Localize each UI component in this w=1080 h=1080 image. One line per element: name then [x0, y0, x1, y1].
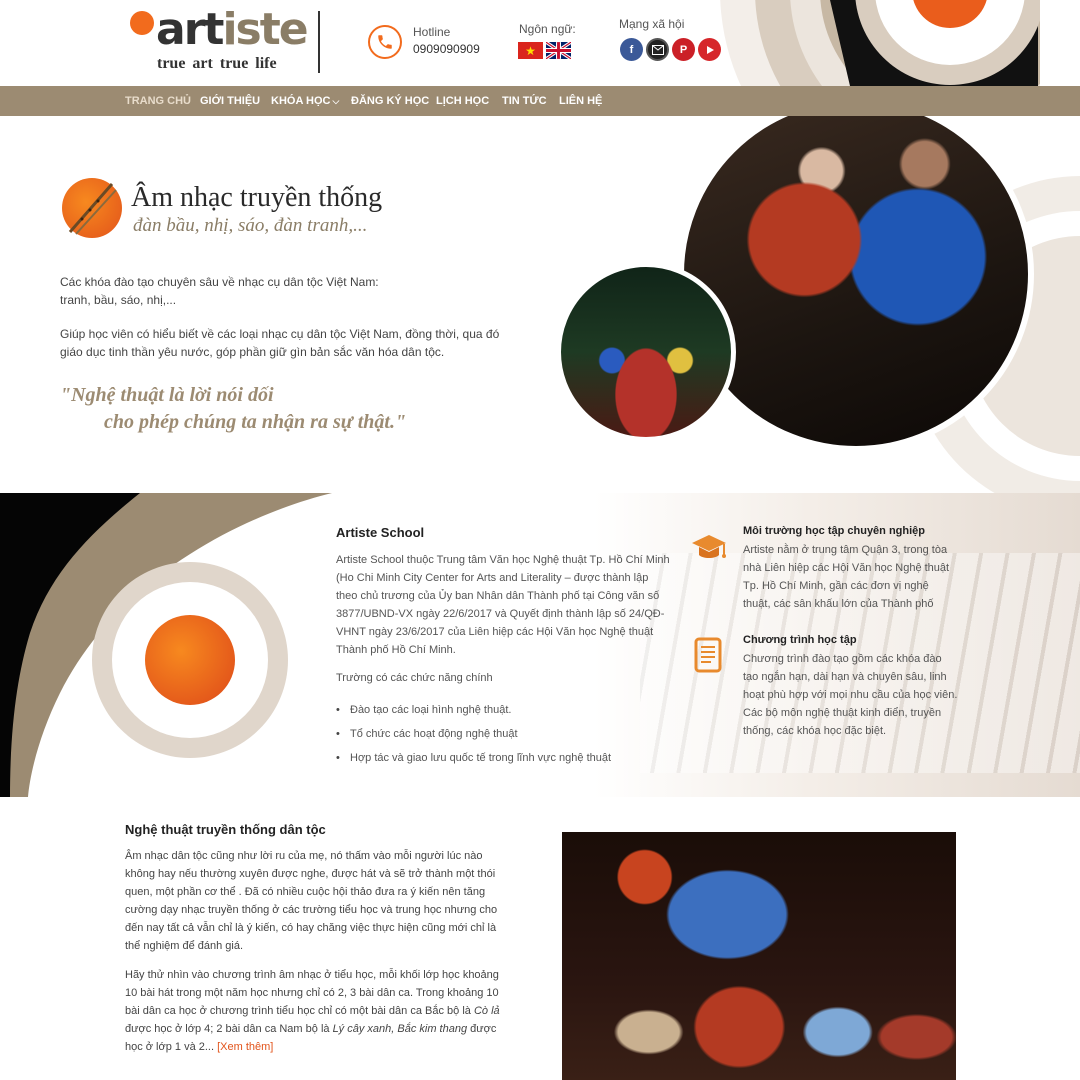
chevron-down-icon: ⌵ — [332, 96, 340, 106]
hero-intro-line-1: Các khóa đào tạo chuyên sâu về nhạc cụ d… — [60, 275, 379, 289]
main-navigation: TRANG CHỦ GIỚI THIỆU KHÓA HỌC ⌵ ĐĂNG KÝ H… — [0, 86, 1080, 116]
hero-orchestra-photo — [556, 262, 736, 442]
phone-icon[interactable] — [368, 25, 402, 59]
hero-intro-text: Các khóa đào tạo chuyên sâu về nhạc cụ d… — [60, 273, 510, 309]
feature-title-environment: Môi trường học tập chuyên nghiệp — [743, 525, 926, 537]
article-song-title: Lý cây xanh, Bắc kim thang — [332, 1023, 468, 1035]
article-paragraph-1: Âm nhạc dân tộc cũng như lời ru của mẹ, … — [125, 850, 498, 952]
facebook-icon[interactable]: f — [620, 38, 643, 61]
feature-text-program-line-1: Chương trình đào tạo gồm các khóa đào tạ… — [743, 653, 958, 701]
header-decoration — [720, 0, 1040, 86]
article-paragraph-2-part-1: Hãy thử nhìn vào chương trình âm nhạc ở … — [125, 969, 499, 1017]
about-function-item: Đào tạo các loại hình nghệ thuật. — [336, 704, 511, 716]
nav-item-about[interactable]: GIỚI THIỆU — [200, 86, 260, 116]
logo-wordmark-art: art — [156, 4, 224, 55]
nav-item-contact[interactable]: LIÊN HỆ — [559, 86, 602, 116]
about-description: Artiste School thuộc Trung tâm Văn học N… — [336, 554, 670, 656]
hero-subtitle: đàn bầu, nhị, sáo, đàn tranh,... — [133, 215, 368, 236]
about-section: Artiste School Artiste School thuộc Trun… — [0, 493, 1080, 797]
hero-intro-line-2: tranh, bầu, sáo, nhị,... — [60, 293, 177, 307]
article-paragraph-2: Hãy thử nhìn vào chương trình âm nhạc ở … — [125, 966, 510, 1056]
vietnam-flag-icon[interactable]: ★ — [518, 42, 543, 59]
logo-wordmark-iste: iste — [222, 4, 308, 55]
article-stage-photo — [562, 832, 956, 1080]
document-list-icon — [690, 636, 728, 673]
hero-instrument-logo — [62, 178, 122, 238]
hero-quote-line-1: "Nghệ thuật là lời nói dối — [60, 384, 274, 406]
hotline-label: Hotline — [413, 25, 451, 39]
read-more-link[interactable]: [Xem thêm] — [217, 1041, 273, 1053]
article-paragraph-2-part-2: được học ở lớp 4; 2 bài dân ca Nam bộ là — [125, 1023, 333, 1035]
uk-flag-icon[interactable] — [546, 42, 571, 59]
hero-description: Giúp học viên có hiểu biết về các loại n… — [60, 327, 500, 359]
about-function-item: Hợp tác và giao lưu quốc tế trong lĩnh v… — [336, 752, 611, 764]
graduation-cap-icon — [690, 531, 728, 565]
header-divider — [318, 11, 320, 73]
nav-item-courses-label: KHÓA HỌC — [271, 95, 331, 107]
hero-quote-line-2: cho phép chúng ta nhận ra sự thật." — [104, 411, 407, 433]
article-section: Nghệ thuật truyền thống dân tộc Âm nhạc … — [0, 797, 1080, 1080]
feature-text-program-line-2: Các bộ môn nghệ thuật kinh điển, truyền … — [743, 707, 942, 737]
article-title: Nghệ thuật truyền thống dân tộc — [125, 822, 326, 837]
nav-item-news[interactable]: TIN TỨC — [502, 86, 547, 116]
email-icon[interactable] — [646, 38, 669, 61]
logo-tagline: true art true life — [157, 55, 277, 72]
site-header: artiste true art true life Hotline 09090… — [0, 0, 1080, 86]
about-title: Artiste School — [336, 525, 425, 540]
nav-item-register[interactable]: ĐĂNG KÝ HỌC — [351, 86, 429, 116]
about-functions-intro: Trường có các chức năng chính — [336, 672, 493, 684]
about-decoration-rings — [0, 493, 340, 797]
social-label: Mạng xã hội — [619, 17, 685, 31]
hero-title: Âm nhạc truyền thống — [131, 182, 383, 213]
nav-item-courses[interactable]: KHÓA HỌC ⌵ — [271, 86, 339, 116]
feature-title-program: Chương trình học tập — [743, 634, 857, 646]
feature-text-environment: Artiste nằm ở trung tâm Quận 3, trong tò… — [743, 544, 950, 610]
pinterest-icon[interactable]: P — [672, 38, 695, 61]
nav-item-home[interactable]: TRANG CHỦ — [125, 86, 191, 116]
nav-item-schedule[interactable]: LỊCH HỌC — [436, 86, 489, 116]
logo-orange-dot — [130, 11, 154, 35]
feature-text-program: Chương trình đào tạo gồm các khóa đào tạ… — [743, 650, 958, 740]
hotline-number[interactable]: 0909090909 — [413, 42, 480, 56]
logo-wordmark: artiste — [156, 2, 309, 58]
hero-section: Âm nhạc truyền thống đàn bầu, nhị, sáo, … — [0, 116, 1080, 493]
about-function-item: Tổ chức các hoạt động nghệ thuật — [336, 728, 518, 740]
site-logo[interactable]: artiste true art true life — [130, 4, 310, 78]
language-label: Ngôn ngữ: — [519, 22, 576, 36]
youtube-icon[interactable] — [698, 38, 721, 61]
article-song-title: Cò lả — [473, 1005, 500, 1017]
